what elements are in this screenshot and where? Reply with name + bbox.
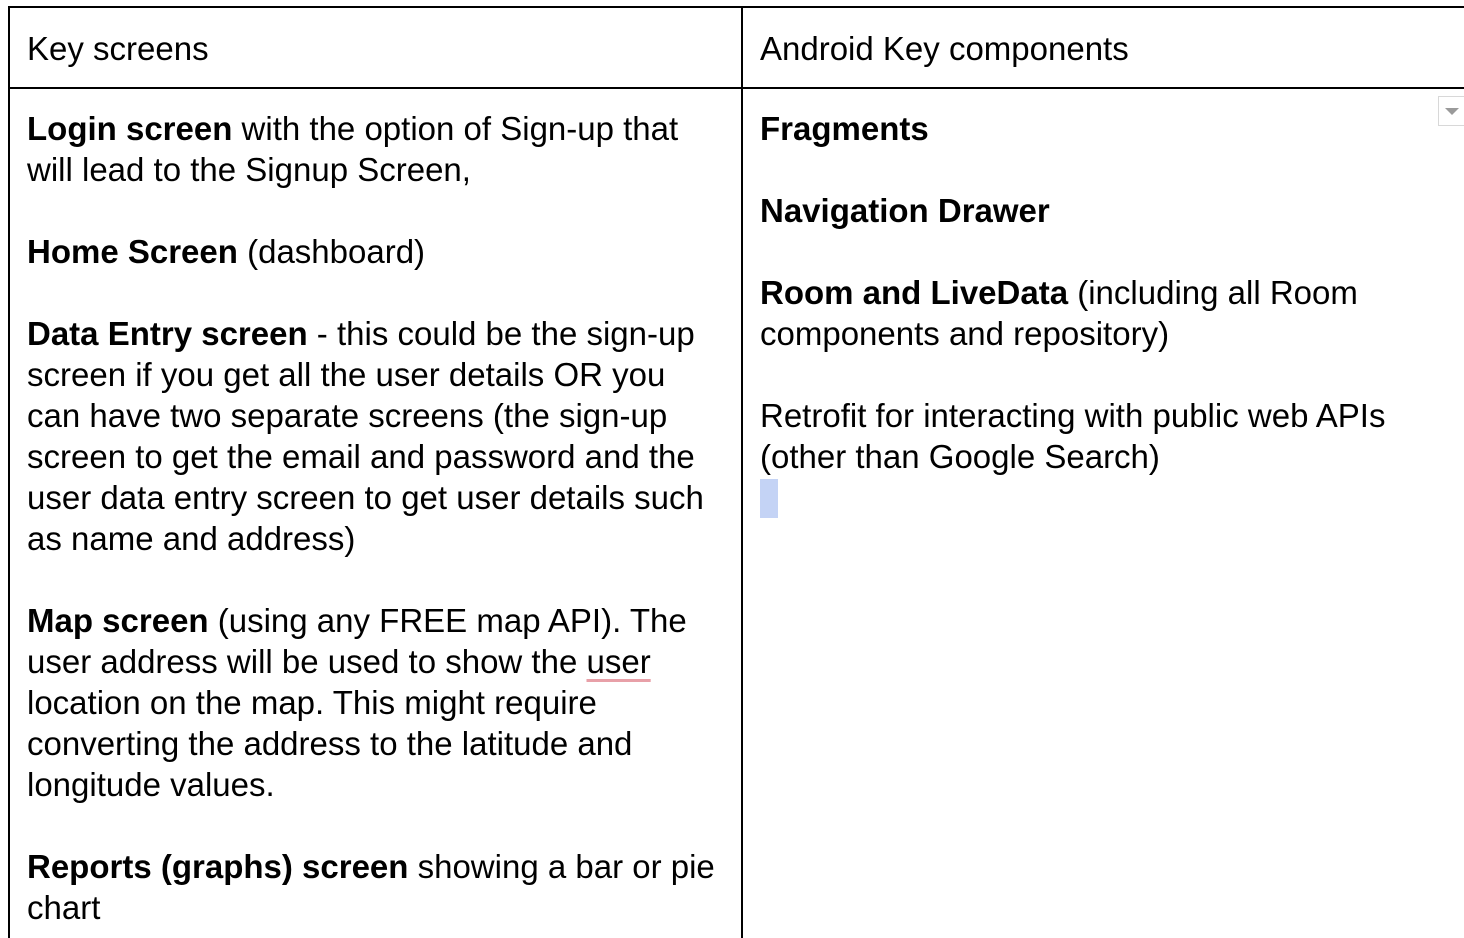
table-border-top <box>8 6 1464 8</box>
map-screen-item: Map screen (using any FREE map API). The… <box>27 602 687 803</box>
table-border-left <box>8 6 10 938</box>
reports-screen-item: Reports (graphs) screen showing a bar or… <box>27 848 715 926</box>
key-screens-cell[interactable]: Login screen with the option of Sign-up … <box>27 108 727 928</box>
navigation-drawer-item: Navigation Drawer <box>760 192 1050 229</box>
header-android-key-components: Android Key components <box>760 30 1129 67</box>
chevron-down-icon <box>1445 108 1459 115</box>
home-screen-item: Home Screen (dashboard) <box>27 233 426 270</box>
header-key-screens: Key screens <box>27 30 209 67</box>
retrofit-item: Retrofit for interacting with public web… <box>760 395 1450 518</box>
spellcheck-word[interactable]: user <box>586 643 650 680</box>
text-cursor-highlight <box>760 479 778 518</box>
fragments-item: Fragments <box>760 110 929 147</box>
table-header-cell: Key screens <box>27 28 727 69</box>
cell-dropdown-button[interactable] <box>1438 96 1464 126</box>
table-header-cell: Android Key components <box>760 28 1450 69</box>
room-livedata-item: Room and LiveData (including all Room co… <box>760 274 1358 352</box>
data-entry-screen-item: Data Entry screen - this could be the si… <box>27 315 704 557</box>
table-border-header-bottom <box>8 87 1464 89</box>
android-components-cell[interactable]: Fragments Navigation Drawer Room and Liv… <box>760 108 1450 518</box>
table-column-divider <box>741 6 743 938</box>
login-screen-item: Login screen with the option of Sign-up … <box>27 110 679 188</box>
